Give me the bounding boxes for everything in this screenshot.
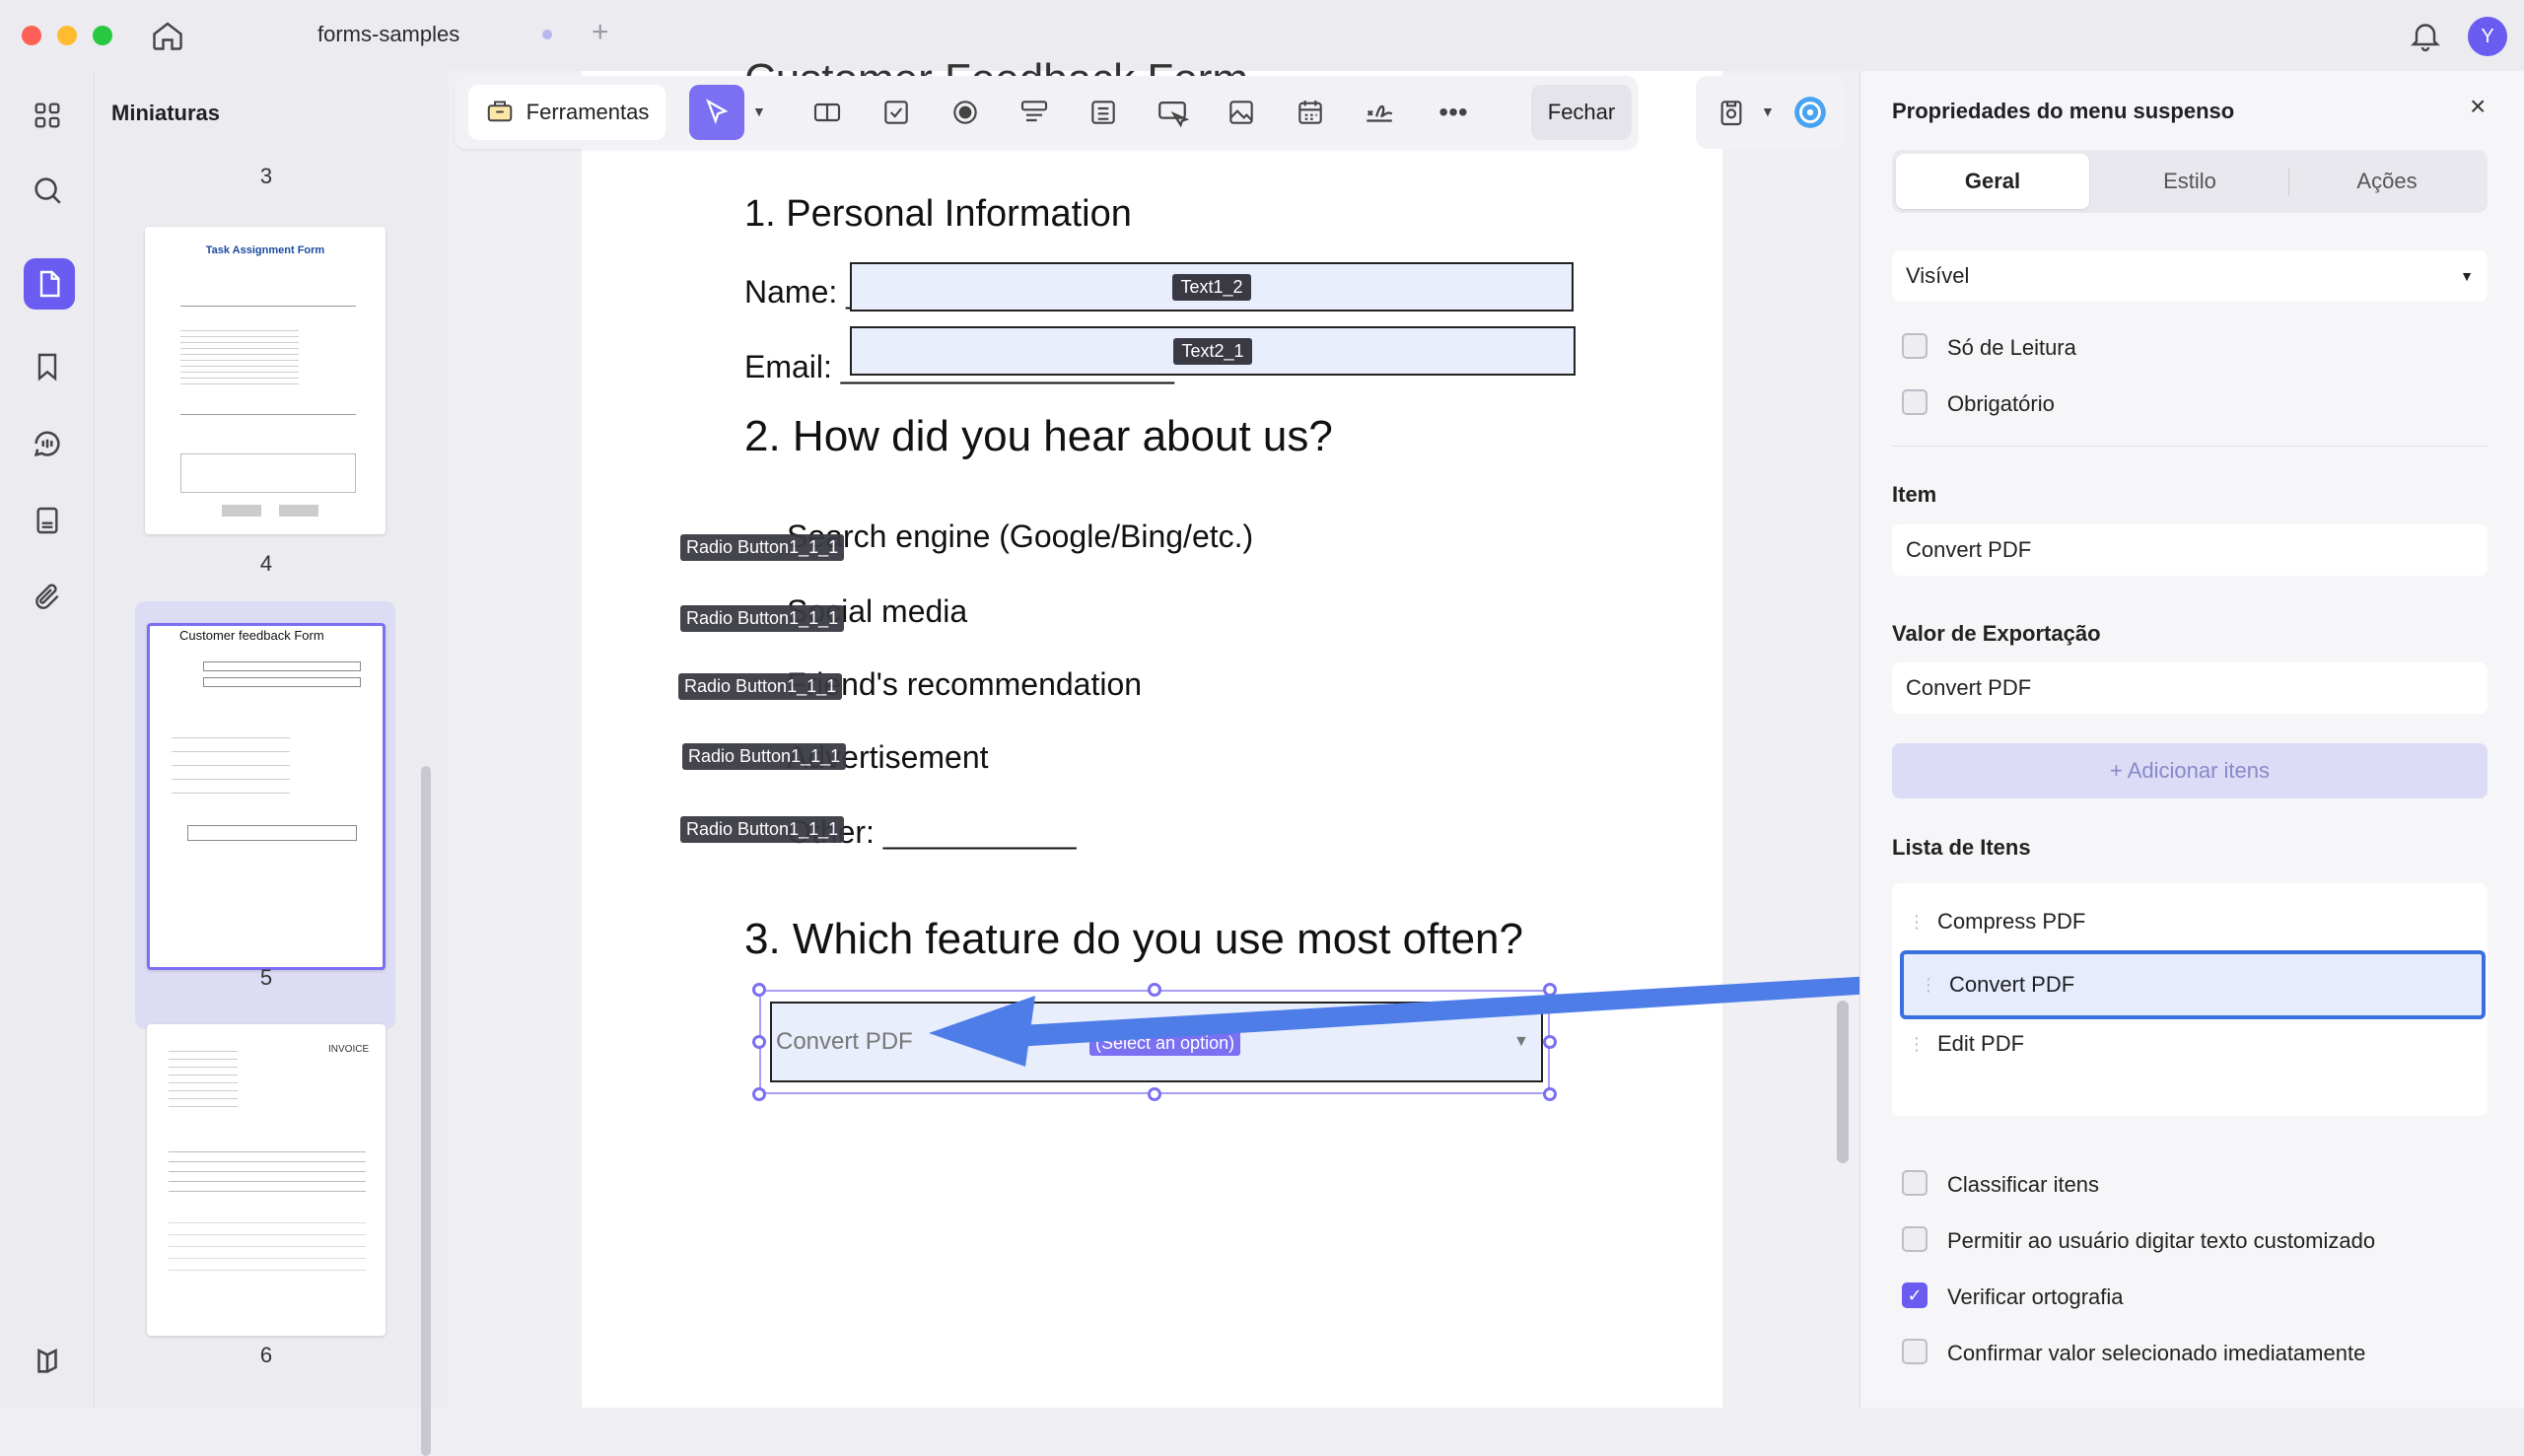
image-tool-icon[interactable] bbox=[1214, 85, 1269, 140]
add-items-button[interactable]: + Adicionar itens bbox=[1892, 743, 2488, 798]
drag-handle-icon: ⋮ bbox=[1908, 1033, 1926, 1054]
tab-general[interactable]: Geral bbox=[1896, 154, 2089, 209]
tools-label: Ferramentas bbox=[526, 100, 650, 124]
sort-items-checkbox[interactable] bbox=[1902, 1170, 1928, 1196]
select-tool-button[interactable] bbox=[689, 85, 744, 140]
button-tool-icon[interactable] bbox=[1145, 85, 1200, 140]
export-value-label: Valor de Exportação bbox=[1892, 621, 2101, 646]
required-checkbox[interactable] bbox=[1902, 389, 1928, 415]
chevron-down-icon: ▼ bbox=[2460, 268, 2474, 284]
close-form-editing-button[interactable]: Fechar bbox=[1531, 85, 1632, 140]
tools-button[interactable]: Ferramentas bbox=[468, 85, 666, 140]
readonly-checkbox[interactable] bbox=[1902, 333, 1928, 359]
item-label: Item bbox=[1892, 482, 1937, 507]
calendar-icon[interactable] bbox=[1283, 85, 1338, 140]
visibility-select[interactable]: Visível ▼ bbox=[1892, 250, 2488, 302]
visibility-value: Visível bbox=[1906, 263, 1970, 288]
save-icon[interactable] bbox=[1704, 85, 1759, 140]
list-item-selected[interactable]: ⋮ Convert PDF bbox=[1900, 950, 2486, 1019]
tab-actions[interactable]: Ações bbox=[2290, 154, 2484, 209]
list-item[interactable]: ⋮ Edit PDF bbox=[1892, 1019, 2488, 1069]
commit-immediately-checkbox[interactable] bbox=[1902, 1339, 1928, 1364]
spellcheck-label: Verificar ortografia bbox=[1947, 1284, 2124, 1309]
signature-icon[interactable] bbox=[1352, 85, 1407, 140]
required-label: Obrigatório bbox=[1947, 391, 2055, 416]
list-item[interactable]: ⋮ Compress PDF bbox=[1892, 897, 2488, 946]
chevron-down-icon[interactable]: ▼ bbox=[752, 104, 766, 119]
close-icon[interactable]: × bbox=[2470, 91, 2486, 122]
spellcheck-checkbox[interactable]: ✓ bbox=[1902, 1283, 1928, 1308]
list-box-tool-icon[interactable] bbox=[1076, 85, 1131, 140]
ai-assistant-icon[interactable] bbox=[1783, 85, 1838, 140]
sort-items-label: Classificar itens bbox=[1947, 1172, 2100, 1197]
radio-tool-icon[interactable] bbox=[938, 85, 993, 140]
drag-handle-icon: ⋮ bbox=[1920, 974, 1937, 995]
combo-box-tool-icon[interactable] bbox=[1007, 85, 1062, 140]
panel-title: Propriedades do menu suspenso bbox=[1892, 99, 2235, 123]
properties-panel: Propriedades do menu suspenso × Geral Es… bbox=[1859, 71, 2524, 1408]
panel-tabs: Geral Estilo Ações bbox=[1892, 150, 2488, 213]
checkbox-tool-icon[interactable] bbox=[869, 85, 924, 140]
tab-style[interactable]: Estilo bbox=[2093, 154, 2286, 209]
drag-handle-icon: ⋮ bbox=[1908, 911, 1926, 932]
readonly-label: Só de Leitura bbox=[1947, 335, 2076, 360]
custom-text-label: Permitir ao usuário digitar texto custom… bbox=[1947, 1228, 2376, 1253]
more-icon[interactable]: ••• bbox=[1426, 85, 1481, 140]
custom-text-checkbox[interactable] bbox=[1902, 1226, 1928, 1252]
chevron-down-icon[interactable]: ▼ bbox=[1761, 104, 1775, 119]
commit-immediately-label: Confirmar valor selecionado imediatament… bbox=[1947, 1341, 2366, 1365]
item-input[interactable]: Convert PDF bbox=[1892, 524, 2488, 576]
form-toolbar: Ferramentas ▼ ••• Fechar bbox=[455, 76, 1638, 149]
text-field-tool-icon[interactable] bbox=[800, 85, 855, 140]
export-value-input[interactable]: Convert PDF bbox=[1892, 662, 2488, 714]
toolbox-icon bbox=[485, 95, 515, 130]
secondary-toolbar: ▼ bbox=[1696, 76, 1844, 149]
item-list-label: Lista de Itens bbox=[1892, 835, 2031, 860]
canvas-scrollbar[interactable] bbox=[1837, 1001, 1849, 1163]
